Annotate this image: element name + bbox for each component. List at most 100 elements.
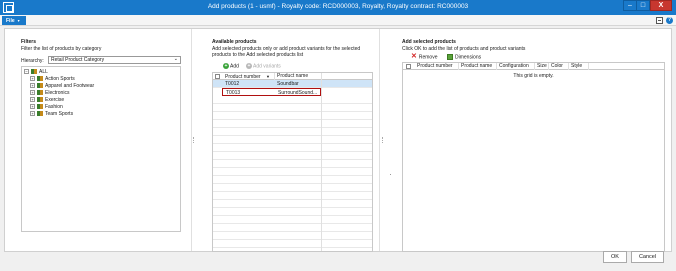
select-all-checkbox[interactable] (215, 74, 220, 79)
tree-node-exercise[interactable]: + Exercise (30, 97, 64, 103)
expand-icon[interactable]: + (30, 90, 35, 96)
add-label: Add (230, 63, 239, 70)
menu-bar: File ▾ ? (0, 15, 676, 26)
remove-button[interactable]: ✕ Remove (411, 53, 438, 61)
empty-row (213, 168, 372, 176)
pane-divider (379, 29, 380, 251)
chevron-down-icon: ▾ (17, 18, 20, 23)
cell-product-number: T0012 (225, 81, 240, 87)
empty-row (213, 192, 372, 200)
close-button[interactable]: X (650, 0, 672, 11)
cancel-button[interactable]: Cancel (631, 251, 664, 263)
empty-row (213, 136, 372, 144)
available-products-grid: Product number ▼ Product name T0012 Soun… (212, 72, 373, 252)
chevron-down-icon: ⌄ (173, 56, 178, 62)
expand-icon[interactable]: + (30, 83, 35, 89)
tree-node-label: ALL (39, 69, 48, 75)
sort-descending-icon[interactable]: ▼ (266, 74, 270, 79)
expand-icon[interactable]: + (30, 97, 35, 103)
selected-products-title: Add selected products (402, 39, 456, 45)
tree-node-label: Action Sports (45, 76, 75, 82)
cell-product-name: Soundbar (277, 81, 299, 87)
view-icon[interactable] (656, 17, 663, 24)
table-row[interactable]: T0013 SurroundSound... (222, 88, 321, 96)
category-tree: − ALL + Action Sports + Apparel and Footwea… (21, 66, 181, 232)
help-icon[interactable]: ? (666, 17, 673, 24)
empty-row (213, 216, 372, 224)
column-header-size[interactable]: Size (535, 63, 549, 70)
add-variants-label: Add variants (253, 63, 281, 70)
empty-row (213, 128, 372, 136)
maximize-button[interactable]: □ (636, 0, 650, 11)
splitter-grip[interactable] (382, 137, 383, 143)
available-products-title: Available products (212, 39, 257, 45)
column-header-product-number[interactable]: Product number ▼ (223, 73, 275, 80)
filters-title: Filters (21, 39, 37, 45)
column-divider (321, 73, 322, 251)
separator-dot (390, 174, 391, 175)
tree-node-fashion[interactable]: + Fashion (30, 104, 63, 110)
tree-node-label: Electronics (45, 90, 70, 96)
file-menu-button[interactable]: File ▾ (2, 16, 26, 25)
window-title: Add products (1 - usmf) - Royalty code: … (207, 3, 469, 10)
selected-products-grid: Product number Product name Configuratio… (402, 62, 665, 252)
tree-node-action-sports[interactable]: + Action Sports (30, 76, 75, 82)
grid-header: Product number ▼ Product name (213, 73, 372, 80)
add-variants-button[interactable]: + Add variants (246, 63, 281, 70)
tree-node-label: Fashion (45, 104, 63, 110)
category-icon (37, 111, 43, 117)
file-menu-label: File (6, 18, 15, 24)
empty-row (213, 120, 372, 128)
column-header-style[interactable]: Style (569, 63, 589, 70)
hierarchy-select[interactable]: Retail Product Category ⌄ (48, 56, 181, 64)
empty-row (213, 224, 372, 232)
dimensions-icon (447, 54, 453, 60)
category-icon (37, 90, 43, 96)
pane-divider (191, 29, 192, 251)
column-header-color[interactable]: Color (549, 63, 569, 70)
empty-row (213, 104, 372, 112)
empty-row (213, 160, 372, 168)
empty-row (213, 144, 372, 152)
dimensions-button[interactable]: Dimensions (447, 54, 481, 61)
column-header-configuration[interactable]: Configuration (497, 63, 535, 70)
empty-row (213, 112, 372, 120)
title-bar: Add products (1 - usmf) - Royalty code: … (0, 0, 676, 15)
minimize-button[interactable]: – (623, 0, 637, 11)
tree-node-apparel[interactable]: + Apparel and Footwear (30, 83, 94, 89)
add-icon: + (223, 63, 229, 69)
empty-row (213, 96, 372, 104)
selected-products-description: Click OK to add the list of products and… (402, 46, 526, 52)
remove-icon: ✕ (411, 53, 417, 60)
tree-node-electronics[interactable]: + Electronics (30, 90, 69, 96)
expand-icon[interactable]: + (30, 104, 35, 110)
tree-node-all[interactable]: − ALL (24, 69, 48, 75)
empty-grid-message: This grid is empty. (513, 73, 554, 79)
hierarchy-label: Hierarchy: (21, 58, 44, 64)
add-variants-icon: + (246, 63, 252, 69)
tree-node-label: Exercise (45, 97, 65, 103)
select-all-checkbox[interactable] (406, 64, 411, 69)
grid-header: Product number Product name Configuratio… (403, 63, 664, 70)
empty-row (213, 176, 372, 184)
empty-row (213, 200, 372, 208)
ok-button[interactable]: OK (603, 251, 627, 263)
column-header-product-name[interactable]: Product name (275, 73, 321, 80)
empty-row (213, 232, 372, 240)
expand-icon[interactable]: + (30, 76, 35, 82)
table-row[interactable]: T0012 Soundbar (213, 80, 372, 88)
tree-node-team-sports[interactable]: + Team Sports (30, 111, 73, 117)
column-header-product-number[interactable]: Product number (415, 63, 459, 70)
empty-row (213, 208, 372, 216)
column-header-product-name[interactable]: Product name (459, 63, 497, 70)
remove-label: Remove (418, 54, 438, 61)
collapse-icon[interactable]: − (24, 69, 29, 75)
available-products-description: Add selected products only or add produc… (212, 46, 361, 58)
empty-row (213, 184, 372, 192)
tree-node-label: Apparel and Footwear (45, 83, 95, 89)
splitter-grip[interactable] (193, 137, 194, 143)
add-button[interactable]: + Add (223, 63, 239, 70)
category-icon (37, 83, 43, 89)
expand-icon[interactable]: + (30, 111, 35, 117)
tree-node-label: Team Sports (45, 111, 74, 117)
